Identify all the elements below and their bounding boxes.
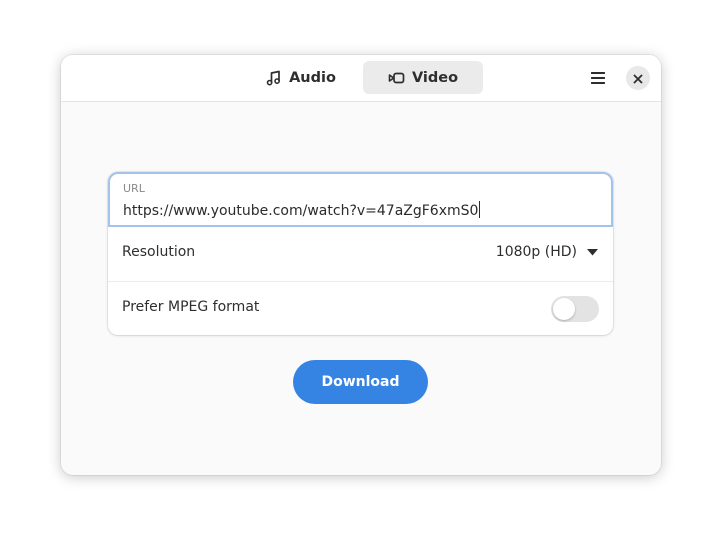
tab-video-label: Video	[411, 69, 459, 86]
resolution-label: Resolution	[122, 244, 196, 260]
url-field[interactable]: URL https://www.youtube.com/watch?v=47aZ…	[108, 172, 613, 227]
header-bar: Audio Video	[61, 55, 661, 102]
url-text: https://www.youtube.com/watch?v=47aZgF6x…	[123, 203, 479, 219]
app-window: Audio Video URL https://www.youtube.com/…	[61, 55, 661, 475]
tab-audio[interactable]: Audio	[241, 61, 361, 94]
text-caret	[479, 201, 481, 218]
settings-card: URL https://www.youtube.com/watch?v=47aZ…	[108, 172, 613, 335]
resolution-dropdown[interactable]: 1080p (HD)	[496, 244, 598, 260]
music-note-icon	[266, 70, 282, 86]
download-button[interactable]: Download	[293, 360, 428, 404]
resolution-value: 1080p (HD)	[495, 244, 577, 260]
mpeg-row: Prefer MPEG format	[108, 282, 613, 336]
mpeg-label: Prefer MPEG format	[122, 299, 260, 315]
resolution-row[interactable]: Resolution 1080p (HD)	[108, 227, 613, 282]
hamburger-menu-icon	[591, 69, 605, 88]
mpeg-toggle[interactable]	[551, 296, 599, 322]
tab-audio-label: Audio	[289, 69, 336, 86]
url-input-value[interactable]: https://www.youtube.com/watch?v=47aZgF6x…	[123, 201, 481, 219]
toggle-knob	[553, 298, 575, 320]
dropdown-arrow-icon	[587, 244, 598, 260]
menu-button[interactable]	[585, 65, 611, 91]
tab-video[interactable]: Video	[363, 61, 483, 94]
close-icon	[633, 69, 643, 88]
url-label: URL	[123, 182, 145, 195]
close-button[interactable]	[626, 66, 650, 90]
video-camera-icon	[388, 70, 405, 86]
